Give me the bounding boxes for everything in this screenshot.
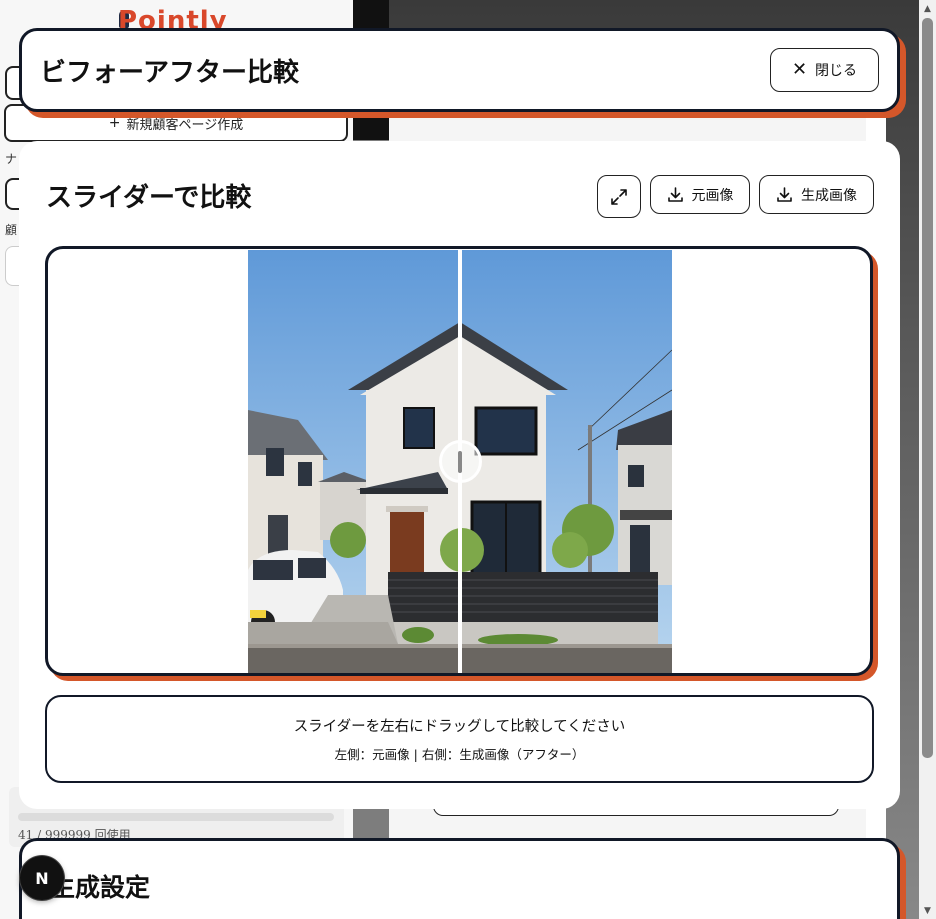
settings-title: 生成設定 (50, 873, 151, 902)
background-label: ナ (5, 152, 18, 166)
download-icon (777, 187, 792, 202)
usage-progress-bar (18, 813, 334, 821)
close-icon: ✕ (791, 59, 808, 80)
scroll-down-arrow-icon[interactable]: ▼ (919, 902, 936, 919)
fullscreen-button[interactable] (597, 175, 641, 218)
download-original-button[interactable]: 元画像 (650, 175, 750, 214)
scroll-thumb[interactable] (922, 18, 933, 758)
comparison-title: スライダーで比較 (46, 183, 252, 213)
download-generated-button[interactable]: 生成画像 (759, 175, 874, 214)
drag-grip-icon (458, 450, 462, 473)
close-label: 閉じる (815, 63, 858, 79)
modal-header: ビフォーアフター比較 ✕ 閉じる (19, 28, 900, 112)
close-button[interactable]: ✕ 閉じる (770, 48, 879, 92)
expand-icon (611, 188, 627, 205)
plus-icon: + (108, 115, 121, 131)
generation-settings-card: 生成設定 (19, 838, 900, 919)
comparison-card: スライダーで比較 元画像 生成画像 スライダーを左右にドラッグして比較してくださ… (19, 141, 900, 809)
download-icon (667, 187, 683, 202)
dev-tools-badge[interactable]: N (20, 856, 64, 900)
download-original-label: 元画像 (691, 187, 734, 204)
before-after-viewer[interactable] (45, 246, 873, 676)
slider-instructions: スライダーを左右にドラッグして比較してください 左側：元画像 | 右側：生成画像… (45, 695, 874, 783)
scrollbar[interactable]: ▲ ▼ (919, 0, 936, 919)
instruction-subtext: 左側：元画像 | 右側：生成画像（アフター） (334, 747, 585, 762)
scroll-up-arrow-icon[interactable]: ▲ (919, 0, 936, 17)
instruction-text: スライダーを左右にドラッグして比較してください (293, 719, 626, 735)
comparison-slider-handle[interactable] (438, 440, 482, 483)
modal-title: ビフォーアフター比較 (40, 57, 299, 88)
new-customer-page-label: 新規顧客ページ作成 (126, 117, 244, 133)
background-label: 顧 (5, 223, 18, 237)
download-generated-label: 生成画像 (801, 187, 857, 204)
